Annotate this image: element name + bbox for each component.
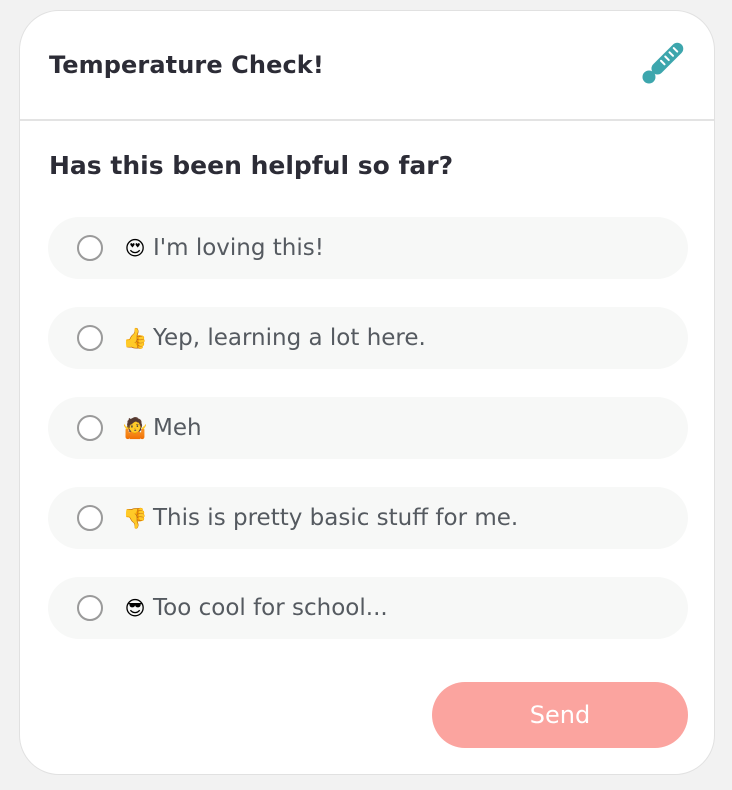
option-basic[interactable]: 👎 This is pretty basic stuff for me. <box>48 487 688 549</box>
thermometer-icon <box>642 42 684 84</box>
sunglasses-emoji-icon: 😎 <box>124 596 146 620</box>
heart-eyes-emoji-icon: 😍 <box>124 236 146 260</box>
card-title: Temperature Check! <box>49 51 324 79</box>
radio-button[interactable] <box>77 505 103 531</box>
radio-button[interactable] <box>77 595 103 621</box>
send-button[interactable]: Send <box>432 682 688 748</box>
radio-button[interactable] <box>77 235 103 261</box>
card-header: Temperature Check! <box>20 11 714 121</box>
option-label: This is pretty basic stuff for me. <box>153 505 519 531</box>
option-learning[interactable]: 👍 Yep, learning a lot here. <box>48 307 688 369</box>
option-label: Yep, learning a lot here. <box>153 325 426 351</box>
question-text: Has this been helpful so far? <box>49 151 454 180</box>
option-label: I'm loving this! <box>153 235 324 261</box>
option-loving[interactable]: 😍 I'm loving this! <box>48 217 688 279</box>
option-label: Meh <box>153 415 202 441</box>
thumbs-down-emoji-icon: 👎 <box>122 506 148 530</box>
option-meh[interactable]: 🤷 Meh <box>48 397 688 459</box>
thumbs-up-emoji-icon: 👍 <box>122 326 148 350</box>
shrug-emoji-icon: 🤷 <box>122 416 148 440</box>
temperature-check-card: Temperature Check! Has this been helpful… <box>19 10 715 775</box>
radio-button[interactable] <box>77 325 103 351</box>
option-label: Too cool for school... <box>153 595 388 621</box>
option-too-cool[interactable]: 😎 Too cool for school... <box>48 577 688 639</box>
options-list: 😍 I'm loving this! 👍 Yep, learning a lot… <box>48 217 688 667</box>
radio-button[interactable] <box>77 415 103 441</box>
